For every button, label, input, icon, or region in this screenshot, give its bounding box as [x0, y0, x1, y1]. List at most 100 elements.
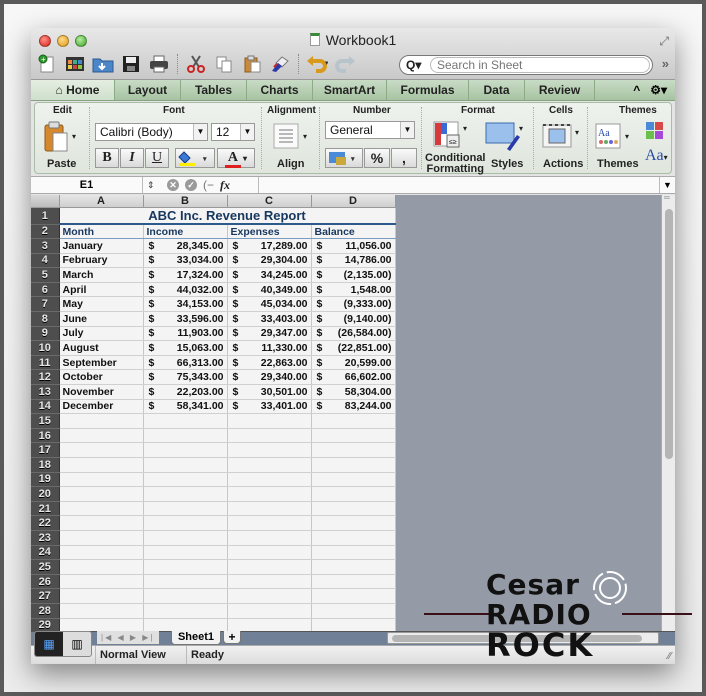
balance-cell[interactable]: $ (2,135.00) [311, 267, 396, 283]
empty-cell[interactable] [311, 486, 396, 502]
themes-button-label[interactable]: Themes [597, 159, 639, 170]
formula-input[interactable] [259, 177, 659, 193]
name-box-stepper-icon[interactable]: ⇕ [147, 180, 161, 191]
empty-cell[interactable] [59, 472, 144, 488]
row-header[interactable]: 23 [31, 530, 60, 546]
empty-cell[interactable] [227, 559, 312, 575]
month-cell[interactable]: April [59, 282, 144, 298]
expenses-cell[interactable]: $45,034.00 [227, 296, 312, 313]
italic-button[interactable]: I [120, 148, 144, 168]
row-header[interactable]: 24 [31, 545, 60, 561]
paste-button-label[interactable]: Paste [47, 159, 76, 170]
row-header[interactable]: 22 [31, 515, 60, 531]
empty-cell[interactable] [311, 574, 396, 590]
font-name-select[interactable]: Calibri (Body) ▼ [95, 123, 208, 141]
save-icon[interactable] [119, 53, 143, 75]
expenses-cell[interactable]: $30,501.00 [227, 384, 312, 400]
month-cell[interactable]: February [59, 253, 144, 269]
expenses-cell[interactable]: $29,304.00 [227, 253, 312, 269]
undo-icon[interactable]: ▾ [305, 53, 329, 75]
empty-cell[interactable] [311, 603, 396, 619]
row-header[interactable]: 28 [31, 603, 60, 619]
redo-icon[interactable] [333, 53, 357, 75]
empty-cell[interactable] [143, 486, 228, 502]
balance-cell[interactable]: $1,548.00 [311, 282, 396, 298]
styles-button-label[interactable]: Styles [491, 159, 523, 170]
empty-cell[interactable] [227, 530, 312, 546]
empty-cell[interactable] [227, 545, 312, 561]
empty-cell[interactable] [143, 574, 228, 590]
expenses-cell[interactable]: $29,347.00 [227, 326, 312, 342]
empty-cell[interactable] [311, 530, 396, 546]
empty-cell[interactable] [59, 618, 144, 631]
worksheet-grid[interactable]: A B C D 1 ABC Inc. Revenue Report 2 Mont… [31, 195, 661, 631]
bold-button[interactable]: B [95, 148, 119, 168]
empty-cell[interactable] [143, 428, 228, 444]
empty-cell[interactable] [59, 486, 144, 502]
month-cell[interactable]: July [59, 326, 144, 342]
header-cell-balance[interactable]: Balance [311, 224, 396, 240]
column-header-d[interactable]: D [311, 195, 396, 208]
expenses-cell[interactable]: $17,289.00 [227, 238, 312, 254]
empty-cell[interactable] [59, 603, 144, 619]
empty-cell[interactable] [143, 472, 228, 488]
row-header[interactable]: 29 [31, 618, 60, 631]
templates-icon[interactable] [63, 53, 87, 75]
empty-cell[interactable] [143, 442, 228, 458]
split-handle-icon[interactable]: ═ [664, 194, 673, 204]
empty-cell[interactable] [59, 588, 144, 604]
row-header[interactable]: 18 [31, 457, 60, 473]
empty-cell[interactable] [143, 501, 228, 517]
cell-actions-icon[interactable]: ▾ [541, 121, 581, 156]
cut-icon[interactable] [184, 53, 208, 75]
row-header[interactable]: 27 [31, 588, 60, 604]
row-header[interactable]: 5 [31, 267, 60, 283]
comma-button[interactable]: , [391, 148, 417, 168]
row-header[interactable]: 2 [31, 224, 60, 240]
print-icon[interactable] [147, 53, 171, 75]
empty-cell[interactable] [143, 618, 228, 631]
tab-layout[interactable]: Layout [115, 80, 181, 100]
theme-colors-icon[interactable] [645, 121, 671, 148]
month-cell[interactable]: August [59, 340, 144, 356]
select-all-corner[interactable] [31, 195, 60, 208]
toolbar-overflow-icon[interactable]: » [662, 56, 669, 71]
fullscreen-icon[interactable]: ⤢ [659, 34, 669, 49]
balance-cell[interactable]: $ (9,333.00) [311, 296, 396, 313]
empty-cell[interactable] [59, 559, 144, 575]
tab-formulas[interactable]: Formulas [387, 80, 469, 100]
row-header[interactable]: 14 [31, 399, 60, 415]
styles-icon[interactable]: ▾ [485, 121, 525, 156]
row-header[interactable]: 21 [31, 501, 60, 517]
normal-view-icon[interactable]: ▦ [35, 632, 63, 656]
header-cell-income[interactable]: Income [143, 224, 228, 240]
empty-cell[interactable] [227, 574, 312, 590]
balance-cell[interactable]: $14,786.00 [311, 253, 396, 269]
month-cell[interactable]: June [59, 311, 144, 327]
income-cell[interactable]: $58,341.00 [143, 399, 228, 415]
income-cell[interactable]: $15,063.00 [143, 340, 228, 356]
income-cell[interactable]: $17,324.00 [143, 267, 228, 283]
number-format-select[interactable]: General ▼ [325, 121, 415, 139]
month-cell[interactable]: May [59, 296, 144, 313]
vertical-scroll-thumb[interactable] [665, 209, 673, 459]
month-cell[interactable]: September [59, 355, 144, 371]
tab-review[interactable]: Review [525, 80, 595, 100]
search-input[interactable] [430, 57, 650, 73]
income-cell[interactable]: $75,343.00 [143, 369, 228, 386]
balance-cell[interactable]: $83,244.00 [311, 399, 396, 415]
row-header[interactable]: 26 [31, 574, 60, 590]
empty-cell[interactable] [227, 442, 312, 458]
actions-button-label[interactable]: Actions [543, 159, 583, 170]
tab-smartart[interactable]: SmartArt [313, 80, 387, 100]
sheet-tab-sheet1[interactable]: Sheet1 [171, 631, 221, 645]
copy-icon[interactable] [212, 53, 236, 75]
row-header[interactable]: 9 [31, 326, 60, 342]
tab-tables[interactable]: Tables [181, 80, 247, 100]
row-header[interactable]: 7 [31, 296, 60, 313]
themes-icon[interactable]: Aa ▾ [595, 123, 635, 158]
balance-cell[interactable]: $ (22,851.00) [311, 340, 396, 356]
search-box[interactable]: Q▾ [399, 55, 653, 75]
empty-cell[interactable] [311, 588, 396, 604]
row-header[interactable]: 8 [31, 311, 60, 327]
